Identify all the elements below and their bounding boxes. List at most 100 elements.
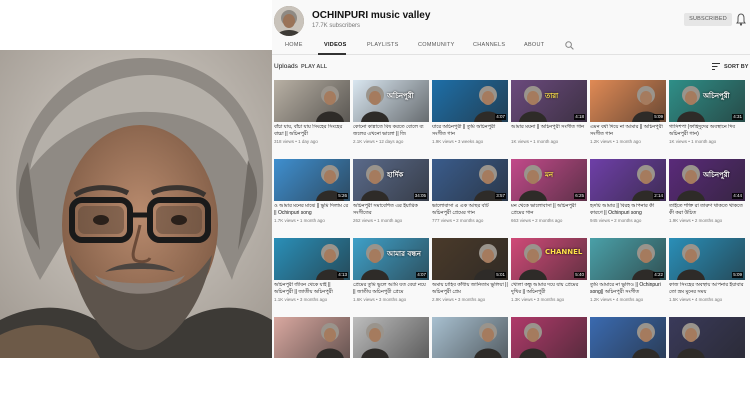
video-duration: 4:44 bbox=[732, 193, 743, 199]
youtube-channel-page: OCHINPURI music valley 17.7K subscribers… bbox=[272, 0, 750, 358]
video-title[interactable]: বাঁচা যায়, বাঁচা যায় সিংহের সিংহের বাচ… bbox=[274, 124, 350, 137]
video-title[interactable]: খোলা কন্ধু আমার দয়ে যায় প্রেমের দুখির … bbox=[511, 282, 587, 295]
video-thumbnail[interactable]: হার্দিক 34:05 bbox=[353, 159, 429, 201]
video-title[interactable]: মন থেকে ভালোবাসা || অচিনপুরী প্রেমের গান bbox=[511, 203, 587, 216]
video-meta: 777 views • 2 months ago bbox=[432, 218, 484, 223]
video-meta: 318 views • 1 day ago bbox=[274, 139, 318, 144]
video-thumbnail[interactable]: অচিনপুরী bbox=[353, 80, 429, 122]
video-duration: 4:22 bbox=[653, 272, 664, 278]
video-title[interactable]: কোনো কান্নাতে বিষ করতে বোলে ব্য জলের এখন… bbox=[353, 124, 429, 137]
video-title[interactable]: তাইতে শক্তি রা তারুণ থাকতে থাকতে কী করা … bbox=[669, 203, 745, 216]
video-title[interactable]: এমন বর্ষা দিয়ে না আমার || অচিনপুরী সংগী… bbox=[590, 124, 666, 137]
video-thumbnail[interactable]: 4:13 bbox=[274, 238, 350, 280]
thumbnail-caption: আমার বন্ধন bbox=[387, 250, 421, 258]
video-title[interactable]: হৃদয়ি আমার || বিরহ আপনার কী কারণে || Oc… bbox=[590, 203, 666, 216]
search-icon[interactable] bbox=[565, 41, 574, 50]
video-meta: 1.6K views • 3 months ago bbox=[353, 297, 407, 302]
thumbnail-caption: অচিনপুরী bbox=[703, 92, 730, 100]
play-all-button[interactable]: PLAY ALL bbox=[301, 64, 327, 70]
video-meta: 1.7K views • 1 month ago bbox=[274, 218, 325, 223]
video-meta: 1.2K views • 4 months ago bbox=[590, 297, 644, 302]
video-duration: 4:18 bbox=[574, 114, 585, 120]
sort-icon[interactable] bbox=[712, 63, 720, 70]
video-thumbnail[interactable] bbox=[669, 317, 745, 358]
video-meta: 1.9K views • 2 months ago bbox=[669, 218, 723, 223]
subscriber-count: 17.7K subscribers bbox=[312, 23, 361, 29]
video-meta: 945 views • 2 months ago bbox=[590, 218, 642, 223]
video-thumbnail[interactable]: 2:14 bbox=[590, 159, 666, 201]
thumbnail-caption: হার্দিক bbox=[387, 171, 404, 179]
video-thumbnail[interactable]: 5:26 bbox=[274, 159, 350, 201]
tab-videos[interactable]: VIDEOS bbox=[324, 42, 347, 48]
video-title[interactable]: গাসিশপা (ফাহিদুদের অবস্থানে দিব অচিনপুরী… bbox=[669, 124, 745, 137]
thumbnail-caption: CHANNEL bbox=[545, 248, 583, 256]
video-duration: 5:26 bbox=[337, 193, 348, 199]
video-title[interactable]: যারে অচিনপুরী || তুমি অচিনপুরী সংগীত গান bbox=[432, 124, 508, 137]
video-thumbnail[interactable] bbox=[432, 317, 508, 358]
channel-tabs: HOME VIDEOS PLAYLISTS COMMUNITY CHANNELS… bbox=[272, 36, 750, 55]
video-title[interactable]: অচিনপুরী সমাবেশিত এর ইয়ারিক সংগীতের bbox=[353, 203, 429, 216]
thumbnail-artwork bbox=[632, 323, 660, 358]
thumbnail-caption: তারা bbox=[545, 92, 559, 100]
video-duration: 5:09 bbox=[653, 114, 664, 120]
video-thumbnail[interactable]: 5:09 bbox=[590, 80, 666, 122]
video-thumbnail[interactable] bbox=[590, 317, 666, 358]
video-duration: 6:25 bbox=[574, 193, 585, 199]
video-duration: 4:07 bbox=[416, 272, 427, 278]
video-thumbnail[interactable]: মন 6:25 bbox=[511, 159, 587, 201]
video-thumbnail[interactable]: আমার বন্ধন 4:07 bbox=[353, 238, 429, 280]
video-title[interactable]: তুমি আমারে না ভুলিও || Ochinpuri song|| … bbox=[590, 282, 666, 295]
video-duration: 4:07 bbox=[495, 114, 506, 120]
video-title[interactable]: কাজ সিংহের অবস্থায় আপনার ইয়াবার তো ভ্র… bbox=[669, 282, 745, 295]
video-meta: 1.3K views • 3 months ago bbox=[511, 297, 565, 302]
video-meta: 1K views • 1 month ago bbox=[669, 139, 717, 144]
thumbnail-caption: অচিনপুরী bbox=[703, 171, 730, 179]
video-meta: 1.2K views • 1 month ago bbox=[590, 139, 641, 144]
video-meta: 1.5K views • 4 months ago bbox=[669, 297, 723, 302]
video-thumbnail[interactable]: 5:09 bbox=[669, 238, 745, 280]
video-thumbnail[interactable] bbox=[511, 317, 587, 358]
video-thumbnail[interactable]: 5:01 bbox=[432, 238, 508, 280]
video-meta: 1.1K views • 3 months ago bbox=[274, 297, 328, 302]
video-duration: 34:05 bbox=[413, 193, 427, 199]
tab-home[interactable]: HOME bbox=[285, 42, 303, 48]
video-title[interactable]: আমার ময়না || অচিনপুরী সংগীত গান bbox=[511, 124, 587, 137]
thumbnail-artwork bbox=[474, 323, 502, 358]
video-thumbnail[interactable]: তারা 4:18 bbox=[511, 80, 587, 122]
video-thumbnail[interactable] bbox=[353, 317, 429, 358]
tab-about[interactable]: ABOUT bbox=[524, 42, 544, 48]
channel-header: OCHINPURI music valley 17.7K subscribers… bbox=[272, 0, 750, 36]
video-meta: 663 views • 2 months ago bbox=[511, 218, 563, 223]
video-thumbnail[interactable]: 4:07 bbox=[432, 80, 508, 122]
thumbnail-artwork bbox=[361, 323, 389, 358]
thumbnail-artwork bbox=[519, 323, 547, 358]
video-title[interactable]: ভালোবাসা এ এক আছর বটি অচিনপুরী প্রেমের গ… bbox=[432, 203, 508, 216]
bell-icon[interactable] bbox=[736, 13, 746, 26]
video-thumbnail[interactable]: অচিনপুরী 4:44 bbox=[669, 159, 745, 201]
tab-channels[interactable]: CHANNELS bbox=[473, 42, 505, 48]
video-thumbnail[interactable]: 3:57 bbox=[432, 159, 508, 201]
channel-name: OCHINPURI music valley bbox=[312, 10, 431, 21]
active-tab-indicator bbox=[318, 53, 346, 55]
thumbnail-caption: মন bbox=[545, 171, 554, 179]
video-title[interactable]: ও আমার মনের মাঝে || ভুমি দিলাম রে || Och… bbox=[274, 203, 350, 216]
video-thumbnail[interactable]: অচিনপুরী 4:31 bbox=[669, 80, 745, 122]
video-duration: 3:57 bbox=[495, 193, 506, 199]
video-duration: 2:14 bbox=[653, 193, 664, 199]
channel-avatar[interactable] bbox=[274, 6, 304, 36]
uploads-heading: Uploads bbox=[274, 63, 298, 70]
video-thumbnail[interactable]: CHANNEL 5:40 bbox=[511, 238, 587, 280]
video-title[interactable]: অচিনপুরী জীবন থেকে যাই || অচিনপুরী || জা… bbox=[274, 282, 350, 295]
tab-community[interactable]: COMMUNITY bbox=[418, 42, 455, 48]
video-meta: 262 views • 1 month ago bbox=[353, 218, 403, 223]
video-thumbnail[interactable] bbox=[274, 317, 350, 358]
sort-by-button[interactable]: SORT BY bbox=[724, 64, 748, 70]
artist-portrait-photo bbox=[0, 50, 272, 358]
video-title[interactable]: প্রেমের তুমি ভুলে আমি যত বেয়া নয়ে || জ… bbox=[353, 282, 429, 295]
tab-playlists[interactable]: PLAYLISTS bbox=[367, 42, 399, 48]
video-thumbnail[interactable]: 4:22 bbox=[590, 238, 666, 280]
thumbnail-artwork bbox=[677, 323, 705, 358]
video-thumbnail[interactable] bbox=[274, 80, 350, 122]
subscribed-button[interactable]: SUBSCRIBED bbox=[684, 13, 732, 26]
video-title[interactable]: অমায় চাহিব কাঁধায় জানিতাম ভুলিয়া || অ… bbox=[432, 282, 508, 295]
